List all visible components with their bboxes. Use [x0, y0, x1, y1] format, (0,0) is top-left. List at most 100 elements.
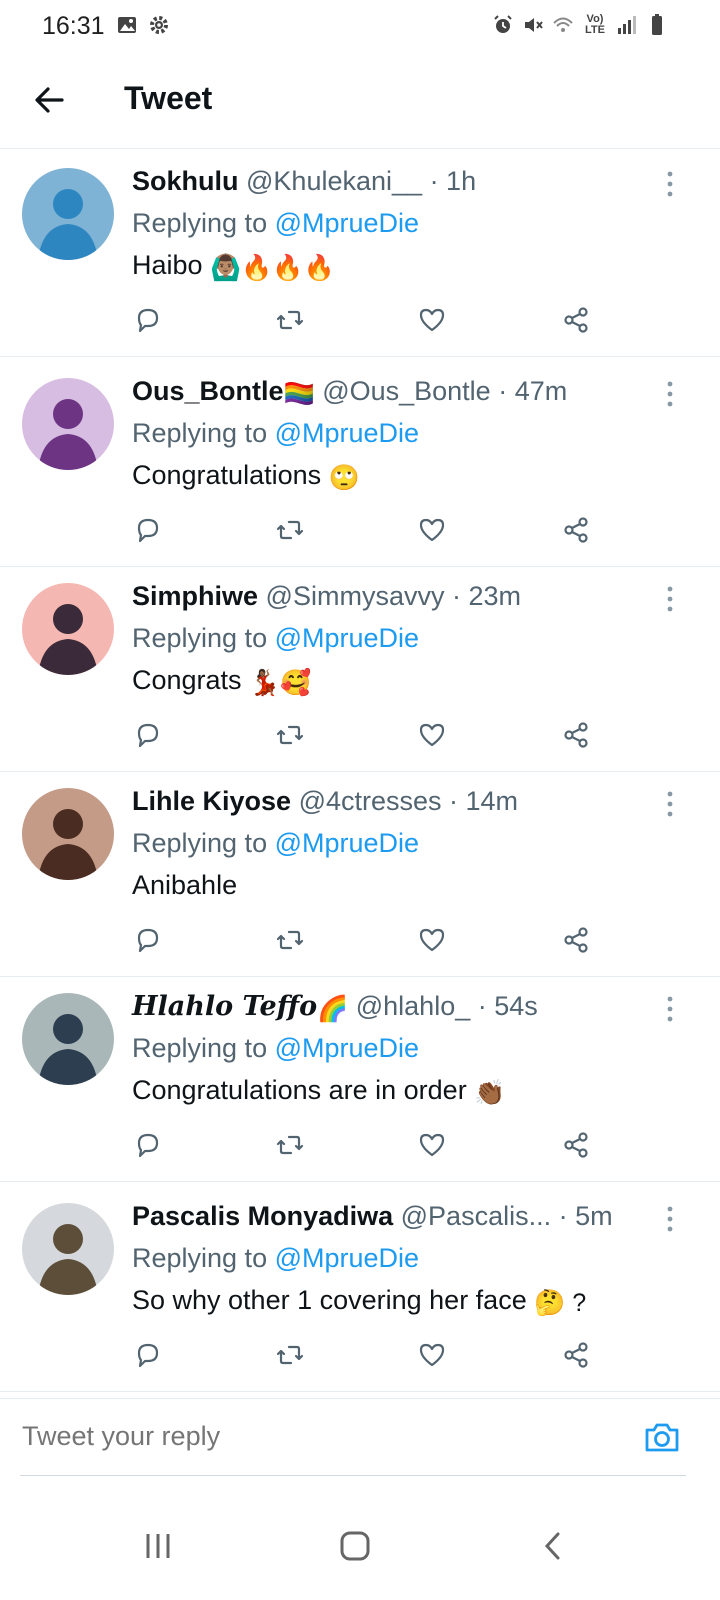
reply-icon[interactable] — [132, 1129, 164, 1161]
tweet-item[interactable]: Simphiwe @Simmysavvy · 23m Replying to @… — [0, 563, 720, 772]
mention-link[interactable]: @MprueDie — [275, 1243, 419, 1273]
replying-to-label: Replying to — [132, 623, 268, 653]
avatar[interactable] — [22, 1203, 114, 1295]
tweet-emoji: 💃🏾🥰 — [249, 669, 312, 697]
more-options-icon[interactable] — [660, 170, 680, 198]
author-handle[interactable]: @Simmysavvy — [266, 581, 445, 611]
replying-to: Replying to @MprueDie — [132, 418, 419, 449]
tweet-time: · 1h — [429, 166, 477, 196]
replying-to: Replying to @MprueDie — [132, 208, 419, 239]
share-icon[interactable] — [560, 719, 592, 751]
more-options-icon[interactable] — [660, 790, 680, 818]
tweet-actions — [132, 1129, 612, 1163]
tweet-item[interactable]: Sokhulu @Khulekani__ · 1h Replying to @M… — [0, 148, 720, 357]
more-options-icon[interactable] — [660, 1205, 680, 1233]
tweet-time: · 14m — [449, 786, 519, 816]
wifi-icon — [553, 17, 573, 32]
tweet-body: Haibo — [132, 250, 203, 280]
tweet-body: Anibahle — [132, 870, 238, 900]
retweet-icon[interactable] — [274, 924, 306, 956]
camera-icon[interactable] — [642, 1417, 682, 1457]
mention-link[interactable]: @MprueDie — [275, 418, 419, 448]
tweet-text: Congrats 💃🏾🥰 — [132, 665, 311, 698]
avatar[interactable] — [22, 378, 114, 470]
share-icon[interactable] — [560, 1339, 592, 1371]
share-icon[interactable] — [560, 514, 592, 546]
top-app-bar: Tweet — [0, 52, 720, 149]
author-handle[interactable]: @4ctresses — [299, 786, 442, 816]
back-icon[interactable] — [536, 1528, 572, 1564]
tweet-header: Simphiwe @Simmysavvy · 23m — [132, 581, 521, 614]
tweet-body: Congratulations — [132, 460, 322, 490]
status-bar: 16:31 Vo) LTE — [0, 0, 720, 52]
share-icon[interactable] — [560, 924, 592, 956]
avatar[interactable] — [22, 788, 114, 880]
more-options-icon[interactable] — [660, 380, 680, 408]
retweet-icon[interactable] — [274, 304, 306, 336]
tweet-item[interactable]: Pascalis Monyadiwa @Pascalis... · 5m Rep… — [0, 1183, 720, 1392]
tweet-body: Congrats — [132, 665, 242, 695]
mention-link[interactable]: @MprueDie — [275, 208, 419, 238]
gallery-icon — [118, 17, 136, 33]
retweet-icon[interactable] — [274, 719, 306, 751]
home-icon[interactable] — [337, 1528, 373, 1564]
author-handle[interactable]: @Pascalis... — [401, 1201, 551, 1231]
share-icon[interactable] — [560, 304, 592, 336]
author-name[interactable]: Sokhulu — [132, 166, 239, 196]
like-icon[interactable] — [416, 1129, 448, 1161]
retweet-icon[interactable] — [274, 1129, 306, 1161]
alarm-icon — [494, 15, 512, 33]
replying-to: Replying to @MprueDie — [132, 828, 419, 859]
tweet-emoji: 🙆🏽‍♂️🔥🔥🔥 — [210, 254, 335, 282]
reply-icon[interactable] — [132, 514, 164, 546]
system-nav-bar — [0, 1490, 720, 1600]
tweet-body: So why other 1 covering her face — [132, 1285, 527, 1315]
mention-link[interactable]: @MprueDie — [275, 1033, 419, 1063]
replying-to: Replying to @MprueDie — [132, 1243, 419, 1274]
reply-icon[interactable] — [132, 1339, 164, 1371]
tweet-text: Congratulations 🙄 — [132, 460, 360, 493]
like-icon[interactable] — [416, 304, 448, 336]
avatar[interactable] — [22, 168, 114, 260]
author-handle[interactable]: @Ous_Bontle — [322, 376, 491, 406]
reply-icon[interactable] — [132, 304, 164, 336]
avatar[interactable] — [22, 993, 114, 1085]
author-name[interactable]: Lihle Kiyose — [132, 786, 291, 816]
avatar[interactable] — [22, 583, 114, 675]
replying-to: Replying to @MprueDie — [132, 623, 419, 654]
author-name[interactable]: Ous_Bontle — [132, 376, 284, 406]
tweet-item[interactable]: Ous_Bontle🏳️‍🌈 @Ous_Bontle · 47m Replyin… — [0, 358, 720, 567]
replying-to: Replying to @MprueDie — [132, 1033, 419, 1064]
reply-input[interactable] — [22, 1421, 582, 1452]
reply-icon[interactable] — [132, 719, 164, 751]
tweet-time: · 5m — [558, 1201, 613, 1231]
retweet-icon[interactable] — [274, 514, 306, 546]
tweet-item[interactable]: Lihle Kiyose @4ctresses · 14m Replying t… — [0, 768, 720, 977]
share-icon[interactable] — [560, 1129, 592, 1161]
tweet-text: So why other 1 covering her face 🤔 ? — [132, 1285, 586, 1318]
reply-icon[interactable] — [132, 924, 164, 956]
recent-apps-icon[interactable] — [140, 1528, 176, 1564]
tweet-header: Ous_Bontle🏳️‍🌈 @Ous_Bontle · 47m — [132, 376, 567, 409]
tweet-item[interactable]: Hlahlo Teffo🌈 @hlahlo_ · 54s Replying to… — [0, 973, 720, 1182]
author-handle[interactable]: @hlahlo_ — [356, 991, 471, 1021]
more-options-icon[interactable] — [660, 995, 680, 1023]
battery-icon — [652, 14, 662, 35]
arrow-left-icon[interactable] — [30, 80, 70, 120]
tweet-header: Sokhulu @Khulekani__ · 1h — [132, 166, 476, 199]
like-icon[interactable] — [416, 1339, 448, 1371]
like-icon[interactable] — [416, 514, 448, 546]
author-name[interactable]: Simphiwe — [132, 581, 258, 611]
like-icon[interactable] — [416, 924, 448, 956]
author-name[interactable]: Pascalis Monyadiwa — [132, 1201, 393, 1231]
retweet-icon[interactable] — [274, 1339, 306, 1371]
mention-link[interactable]: @MprueDie — [275, 828, 419, 858]
author-handle[interactable]: @Khulekani__ — [246, 166, 422, 196]
author-name[interactable]: Hlahlo Teffo — [132, 991, 317, 1022]
more-options-icon[interactable] — [660, 585, 680, 613]
mention-link[interactable]: @MprueDie — [275, 623, 419, 653]
replying-to-label: Replying to — [132, 1243, 268, 1273]
tweet-text: Anibahle — [132, 870, 237, 903]
tweet-actions — [132, 924, 612, 958]
like-icon[interactable] — [416, 719, 448, 751]
